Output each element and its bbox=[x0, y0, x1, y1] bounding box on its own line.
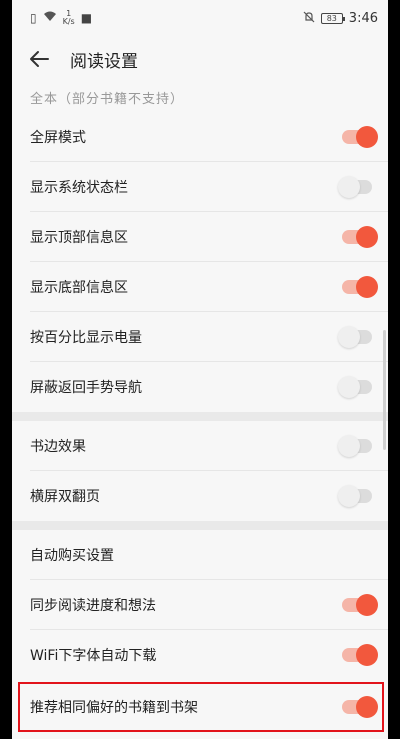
landscape-double-toggle[interactable] bbox=[338, 485, 372, 507]
wifi-font-toggle[interactable] bbox=[342, 644, 378, 666]
status-left: ▯ 1 K/s ■ bbox=[30, 10, 92, 26]
page-edge-toggle[interactable] bbox=[338, 435, 372, 457]
setting-label: 屏蔽返回手势导航 bbox=[30, 380, 142, 396]
header: 阅读设置 bbox=[12, 36, 388, 82]
toggle-knob bbox=[356, 594, 378, 616]
scrollbar[interactable] bbox=[383, 330, 386, 450]
network-speed: 1 K/s bbox=[63, 10, 75, 26]
misc-section: 自动购买设置 同步阅读进度和想法 WiFi下字体自动下载 bbox=[12, 530, 388, 680]
setting-label: 同步阅读进度和想法 bbox=[30, 598, 156, 614]
clock: 3:46 bbox=[348, 10, 378, 26]
toggle-knob bbox=[338, 176, 360, 198]
wifi-icon bbox=[43, 11, 57, 25]
setting-row-system-statusbar[interactable]: 显示系统状态栏 bbox=[12, 162, 388, 212]
setting-row-auto-purchase[interactable]: 自动购买设置 bbox=[12, 530, 388, 580]
status-bar: ▯ 1 K/s ■ 83 3:46 bbox=[12, 0, 388, 36]
page-title: 阅读设置 bbox=[70, 51, 138, 72]
setting-label: 显示底部信息区 bbox=[30, 280, 128, 296]
section-divider bbox=[12, 412, 388, 421]
setting-row-landscape-double[interactable]: 横屏双翻页 bbox=[12, 471, 388, 521]
truncated-option[interactable]: 全本（部分书籍不支持） bbox=[12, 82, 388, 112]
setting-row-page-edge[interactable]: 书边效果 bbox=[12, 421, 388, 471]
setting-row-battery-percent[interactable]: 按百分比显示电量 bbox=[12, 312, 388, 362]
setting-row-recommend-books[interactable]: 推荐相同偏好的书籍到书架 bbox=[18, 682, 384, 732]
setting-row-top-info[interactable]: 显示顶部信息区 bbox=[12, 212, 388, 262]
toggle-knob bbox=[338, 376, 360, 398]
display-section: 全屏模式 显示系统状态栏 显示顶部信息区 显示底部信息区 按百分比显示电量 屏蔽… bbox=[12, 112, 388, 412]
page-effect-section: 书边效果 横屏双翻页 bbox=[12, 421, 388, 521]
setting-row-block-gesture[interactable]: 屏蔽返回手势导航 bbox=[12, 362, 388, 412]
toggle-knob bbox=[338, 435, 360, 457]
battery-level: 83 bbox=[326, 13, 337, 23]
toggle-knob bbox=[356, 226, 378, 248]
battery-percent-toggle[interactable] bbox=[338, 326, 372, 348]
sync-progress-toggle[interactable] bbox=[342, 594, 378, 616]
toggle-knob bbox=[356, 126, 378, 148]
mute-icon bbox=[303, 11, 315, 26]
setting-label: 显示系统状态栏 bbox=[30, 180, 128, 196]
setting-row-wifi-font[interactable]: WiFi下字体自动下载 bbox=[12, 630, 388, 680]
screen: ▯ 1 K/s ■ 83 3:46 阅读设置 全本（部分书籍不支持） 全屏模式 bbox=[12, 0, 388, 739]
setting-label: WiFi下字体自动下载 bbox=[30, 648, 157, 664]
setting-row-sync-progress[interactable]: 同步阅读进度和想法 bbox=[12, 580, 388, 630]
top-info-toggle[interactable] bbox=[342, 226, 378, 248]
setting-label: 书边效果 bbox=[30, 439, 86, 455]
toggle-knob bbox=[338, 326, 360, 348]
system-statusbar-toggle[interactable] bbox=[338, 176, 372, 198]
recommend-books-toggle[interactable] bbox=[342, 696, 378, 718]
block-gesture-toggle[interactable] bbox=[338, 376, 372, 398]
toggle-knob bbox=[356, 696, 378, 718]
toggle-knob bbox=[356, 644, 378, 666]
sim-icon: ▯ bbox=[30, 11, 37, 25]
setting-label: 显示顶部信息区 bbox=[30, 230, 128, 246]
setting-label: 按百分比显示电量 bbox=[30, 330, 142, 346]
notification-icon: ■ bbox=[80, 11, 93, 25]
battery-icon: 83 bbox=[320, 12, 345, 24]
setting-row-bottom-info[interactable]: 显示底部信息区 bbox=[12, 262, 388, 312]
setting-label: 自动购买设置 bbox=[30, 548, 114, 564]
section-divider bbox=[12, 521, 388, 530]
toggle-knob bbox=[356, 276, 378, 298]
setting-label: 全屏模式 bbox=[30, 130, 86, 146]
bottom-info-toggle[interactable] bbox=[342, 276, 378, 298]
setting-label: 横屏双翻页 bbox=[30, 489, 100, 505]
speed-unit: K/s bbox=[62, 17, 75, 26]
back-arrow-icon[interactable] bbox=[28, 48, 50, 70]
fullscreen-toggle[interactable] bbox=[342, 126, 378, 148]
setting-label: 推荐相同偏好的书籍到书架 bbox=[30, 700, 198, 716]
setting-row-fullscreen[interactable]: 全屏模式 bbox=[12, 112, 388, 162]
toggle-knob bbox=[338, 485, 360, 507]
status-right: 83 3:46 bbox=[303, 11, 378, 26]
